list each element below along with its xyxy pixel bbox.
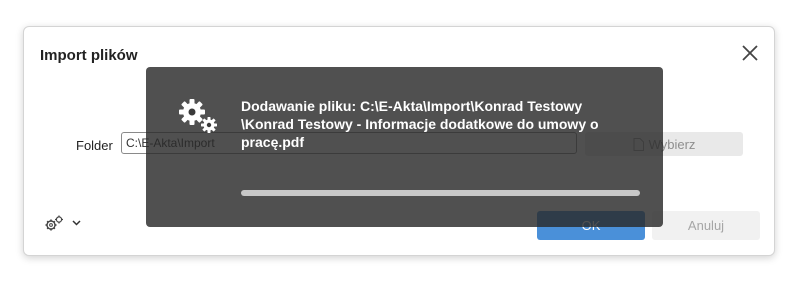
progress-message-line: pracę.pdf <box>241 134 305 150</box>
gears-icon <box>45 215 63 231</box>
cancel-button[interactable]: Anuluj <box>652 211 760 240</box>
close-button[interactable] <box>740 43 760 63</box>
progress-message-line: Dodawanie pliku: C:\E-Akta\Import\Konrad… <box>241 98 583 114</box>
gears-icon <box>179 99 217 133</box>
folder-label: Folder <box>76 138 113 153</box>
settings-menu-button[interactable] <box>44 215 81 231</box>
progress-bar-fill <box>241 190 640 196</box>
close-icon <box>742 45 758 61</box>
progress-message: Dodawanie pliku: C:\E-Akta\Import\Konrad… <box>241 97 641 151</box>
chevron-down-icon <box>72 220 81 226</box>
progress-bar <box>241 190 640 196</box>
progress-message-line: \Konrad Testowy - Informacje dodatkowe d… <box>241 116 599 132</box>
dialog-title: Import plików <box>40 47 138 64</box>
progress-overlay: Dodawanie pliku: C:\E-Akta\Import\Konrad… <box>146 67 663 227</box>
